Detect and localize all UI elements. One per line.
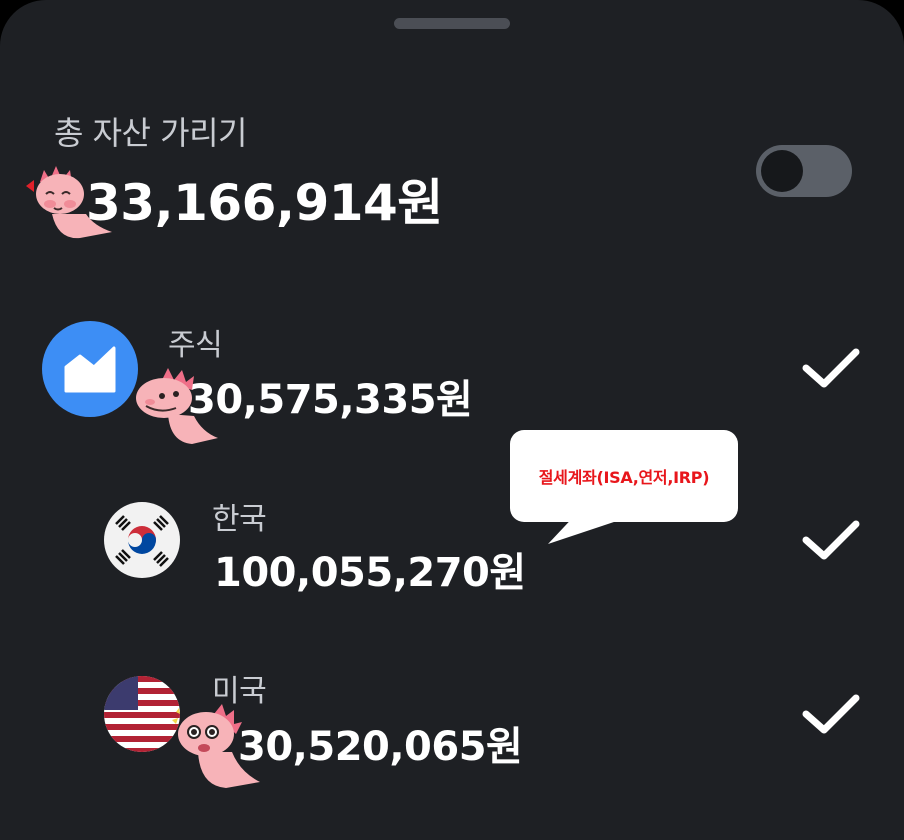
hide-total-assets-title: 총 자산 가리기	[54, 114, 247, 152]
row-label-stock: 주식	[168, 328, 223, 363]
check-icon-stock[interactable]	[800, 346, 860, 392]
stock-category-icon	[42, 321, 138, 421]
row-amount-usa: 30,520,065원	[238, 724, 523, 770]
toggle-knob	[761, 150, 803, 192]
korea-flag-icon	[104, 502, 180, 578]
us-flag-icon	[104, 676, 180, 752]
dino-sticker	[26, 166, 112, 239]
row-amount-stock: 30,575,335원	[188, 377, 473, 423]
korea-category-icon	[104, 502, 180, 582]
total-asset-amount: 33,166,914원	[86, 174, 443, 232]
drag-handle[interactable]	[394, 18, 510, 29]
row-amount-korea: 100,055,270원	[214, 550, 526, 596]
annotation-bubble: 절세계좌(ISA,연저,IRP)	[510, 430, 738, 522]
dino-sticker	[172, 704, 260, 788]
chart-icon	[42, 321, 138, 417]
row-label-korea: 한국	[212, 502, 267, 537]
check-icon-usa[interactable]	[800, 692, 860, 738]
check-icon-korea[interactable]	[800, 518, 860, 564]
annotation-text: 절세계좌(ISA,연저,IRP)	[538, 468, 710, 487]
bottom-sheet: 총 자산 가리기 33,166,914원 주식 30,575,335원 한국 1…	[0, 0, 904, 840]
usa-category-icon	[104, 676, 180, 756]
hide-assets-toggle[interactable]	[756, 145, 852, 197]
dino-sticker	[136, 368, 218, 444]
